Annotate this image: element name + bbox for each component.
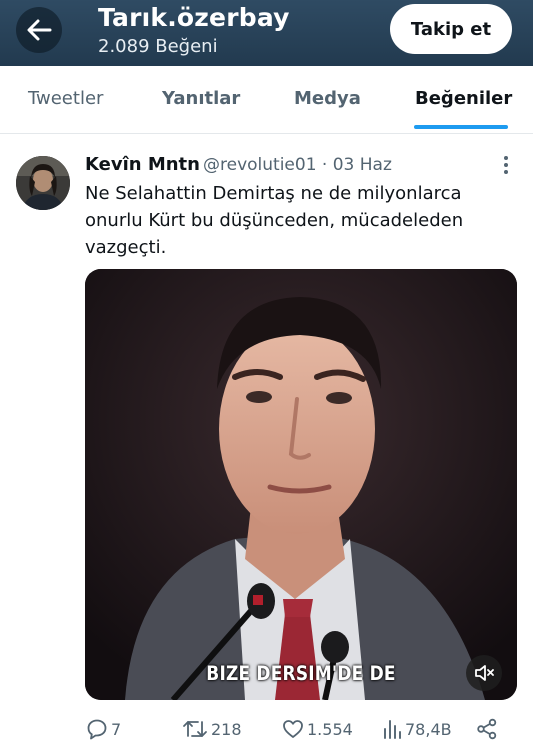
views-chart-icon — [384, 720, 401, 739]
likes-count: 2.089 Beğeni — [98, 36, 218, 57]
active-tab-indicator — [414, 125, 508, 129]
tweet-author-name[interactable]: Kevîn Mntn — [85, 154, 200, 175]
retweet-count: 218 — [211, 719, 242, 739]
share-button[interactable] — [476, 714, 501, 744]
tweet-handle-date: @revolutie01 · 03 Haz — [203, 155, 392, 175]
retweet-button[interactable]: 218 — [182, 714, 242, 744]
share-icon — [477, 718, 497, 740]
follow-button[interactable]: Takip et — [390, 4, 512, 54]
tab-replies[interactable]: Yanıtlar — [162, 88, 240, 109]
tab-likes[interactable]: Beğeniler — [415, 88, 512, 109]
tab-tweets[interactable]: Tweetler — [28, 88, 103, 109]
retweet-icon — [183, 721, 207, 737]
mute-button[interactable] — [466, 655, 502, 691]
reply-button[interactable]: 7 — [86, 714, 121, 744]
reply-icon — [87, 719, 107, 740]
tweet-text: Ne Selahattin Demirtaş ne de milyonlarca… — [85, 183, 464, 258]
profile-name: Tarık.özerbay — [98, 3, 290, 32]
volume-muted-icon — [475, 665, 494, 681]
tweet-video[interactable]: BIZE DERSIM'DE DE — [85, 269, 517, 700]
heart-icon — [283, 720, 303, 738]
arrow-left-icon — [27, 19, 52, 41]
reply-count: 7 — [111, 719, 122, 739]
like-count: 1.554 — [307, 719, 353, 739]
like-button[interactable]: 1.554 — [282, 714, 353, 744]
avatar[interactable] — [16, 156, 70, 210]
profile-header: Tarık.özerbay 2.089 Beğeni Takip et — [0, 0, 533, 66]
views-button[interactable]: 78,4B — [382, 714, 452, 744]
video-frame — [85, 269, 517, 700]
tab-media[interactable]: Medya — [294, 88, 361, 109]
profile-tabs: Tweetler Yanıtlar Medya Beğeniler — [0, 66, 533, 132]
back-button[interactable] — [16, 7, 62, 53]
views-count: 78,4B — [405, 719, 452, 739]
more-options-icon[interactable] — [498, 154, 514, 176]
video-caption: BIZE DERSIM'DE DE — [206, 662, 396, 686]
divider — [0, 133, 533, 134]
